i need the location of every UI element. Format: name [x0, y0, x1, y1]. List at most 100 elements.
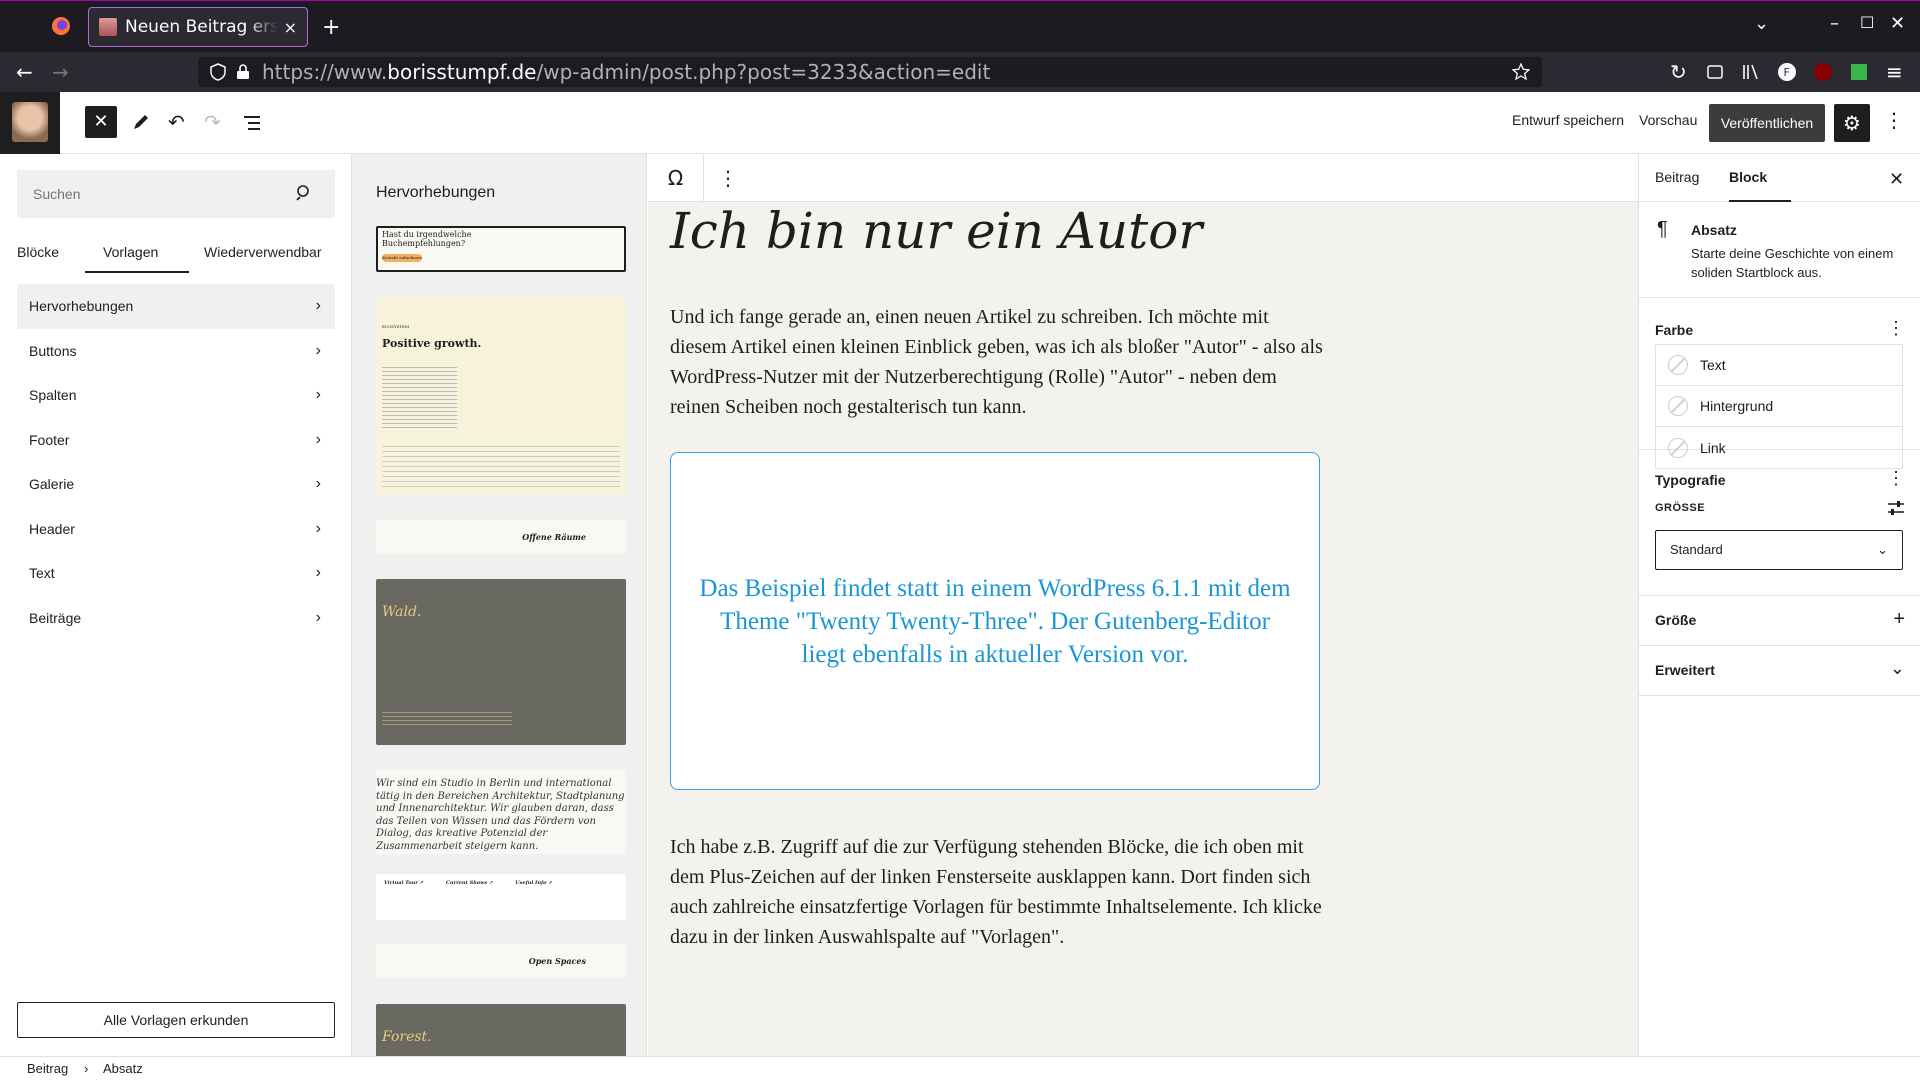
- favicon-icon: [99, 18, 117, 36]
- new-tab-button[interactable]: +: [322, 15, 340, 40]
- list-view-icon[interactable]: [242, 113, 262, 133]
- pattern-preview[interactable]: Forest.: [376, 1004, 626, 1056]
- panel-title: Farbe: [1655, 322, 1694, 338]
- chevron-right-icon: ›: [315, 297, 321, 315]
- special-characters-button[interactable]: Ω: [648, 154, 704, 202]
- maximize-icon[interactable]: ☐: [1860, 13, 1874, 32]
- pattern-preview[interactable]: Open Spaces: [376, 944, 626, 978]
- block-description: Starte deine Geschichte von einem solide…: [1691, 246, 1894, 280]
- site-icon[interactable]: [0, 92, 60, 154]
- url-prefix: https://www.: [262, 60, 388, 84]
- tab-list-chevron-icon[interactable]: ⌄: [1754, 13, 1769, 34]
- shield-icon[interactable]: [210, 63, 226, 81]
- panel-options-icon[interactable]: ⋮: [1887, 468, 1905, 489]
- tab-blocks[interactable]: Blöcke: [17, 244, 59, 260]
- minimize-icon[interactable]: –: [1830, 13, 1839, 34]
- editor-canvas[interactable]: Ω ⋮ Ich bin nur ein Autor Und ich fange …: [648, 154, 1638, 1056]
- advanced-panel[interactable]: Erweitert ⌄: [1639, 646, 1920, 696]
- browser-tab[interactable]: Neuen Beitrag erstellen ×: [88, 7, 308, 47]
- reload-icon[interactable]: ↻: [1670, 60, 1687, 84]
- tab-close-icon[interactable]: ×: [284, 18, 297, 37]
- tab-post[interactable]: Beitrag: [1655, 169, 1699, 185]
- lock-icon[interactable]: [236, 64, 250, 80]
- pattern-preview[interactable]: Wir sind ein Studio in Berlin und intern…: [376, 770, 626, 854]
- category-item[interactable]: Footer ›: [17, 418, 335, 463]
- category-item[interactable]: Text ›: [17, 551, 335, 596]
- close-inserter-button[interactable]: ✕: [85, 106, 117, 138]
- redo-icon[interactable]: ↷: [204, 110, 221, 134]
- save-draft-button[interactable]: Entwurf speichern: [1512, 112, 1624, 128]
- extension-puzzle-icon[interactable]: [1704, 61, 1726, 83]
- color-item-background[interactable]: Hintergrund: [1656, 386, 1902, 427]
- tab-reusable[interactable]: Wiederverwendbar: [204, 244, 322, 260]
- category-item[interactable]: Buttons ›: [17, 329, 335, 374]
- block-name: Absatz: [1691, 222, 1737, 238]
- pattern-preview[interactable]: ECOSYSTEM Positive growth.: [376, 296, 626, 494]
- group-block[interactable]: Das Beispiel findet statt in einem WordP…: [670, 452, 1320, 790]
- window-close-icon[interactable]: ✕: [1890, 13, 1905, 34]
- green-extension-icon[interactable]: [1848, 61, 1870, 83]
- category-item[interactable]: Spalten ›: [17, 373, 335, 418]
- plus-icon[interactable]: +: [1893, 608, 1905, 631]
- panel-title: Typografie: [1655, 472, 1726, 488]
- hamburger-menu-icon[interactable]: ≡: [1886, 60, 1903, 84]
- back-icon[interactable]: ←: [16, 60, 33, 84]
- paragraph-block[interactable]: Und ich fange gerade an, einen neuen Art…: [670, 302, 1330, 422]
- dimensions-panel[interactable]: Größe +: [1639, 596, 1920, 646]
- font-size-select[interactable]: Standard ⌄: [1655, 530, 1903, 570]
- settings-sliders-icon[interactable]: [1887, 500, 1905, 516]
- chevron-down-icon: ⌄: [1877, 542, 1888, 557]
- color-swatch-icon: [1668, 355, 1688, 375]
- settings-gear-icon[interactable]: ⚙: [1834, 104, 1870, 142]
- url-bar[interactable]: https://www. borisstumpf.de/wp-admin/post…: [198, 57, 1542, 87]
- account-icon[interactable]: F: [1776, 61, 1798, 83]
- chevron-right-icon: ›: [315, 341, 321, 359]
- text-lines: [382, 364, 457, 428]
- breadcrumb-post[interactable]: Beitrag: [27, 1061, 68, 1076]
- color-swatch-icon: [1668, 396, 1688, 416]
- post-heading[interactable]: Ich bin nur ein Autor: [670, 202, 1202, 260]
- tab-patterns[interactable]: Vorlagen: [103, 244, 158, 260]
- publish-button[interactable]: Veröffentlichen: [1709, 104, 1825, 142]
- block-inserter: Suchen Blöcke Vorlagen Wiederverwendbar …: [0, 154, 352, 1056]
- chevron-down-icon[interactable]: ⌄: [1890, 658, 1905, 679]
- browser-tabbar: Neuen Beitrag erstellen × + ⌄ – ☐ ✕: [0, 0, 1920, 52]
- block-options-kebab-icon[interactable]: ⋮: [718, 166, 738, 190]
- category-item[interactable]: Galerie ›: [17, 462, 335, 507]
- inserter-search-input[interactable]: Suchen: [17, 170, 335, 218]
- block-breadcrumb: Beitrag › Absatz: [0, 1056, 1920, 1080]
- options-kebab-icon[interactable]: ⋮: [1884, 108, 1904, 132]
- pattern-panel-title: Hervorhebungen: [376, 184, 496, 201]
- url-path: /wp-admin/post.php?post=3233&action=edit: [536, 60, 991, 84]
- close-sidebar-icon[interactable]: ✕: [1889, 169, 1904, 190]
- pattern-preview[interactable]: Offene Räume: [376, 520, 626, 554]
- explore-all-patterns-button[interactable]: Alle Vorlagen erkunden: [17, 1002, 335, 1038]
- firefox-icon[interactable]: [50, 15, 72, 37]
- category-item[interactable]: Header ›: [17, 507, 335, 552]
- forward-icon[interactable]: →: [52, 60, 69, 84]
- ublock-icon[interactable]: [1812, 61, 1834, 83]
- block-toolbar: Ω ⋮: [648, 154, 1638, 202]
- preview-button[interactable]: Vorschau: [1639, 112, 1697, 128]
- breadcrumb-paragraph[interactable]: Absatz: [103, 1061, 143, 1076]
- tab-block[interactable]: Block: [1729, 169, 1767, 185]
- undo-icon[interactable]: ↶: [168, 110, 185, 134]
- callout-text[interactable]: Das Beispiel findet statt in einem WordP…: [695, 572, 1295, 671]
- paragraph-icon: ¶: [1657, 218, 1668, 240]
- scrollbar[interactable]: [646, 156, 647, 546]
- pattern-preview[interactable]: Hast du irgendwelche Buchempfehlungen? K…: [376, 226, 626, 272]
- category-item[interactable]: Hervorhebungen ›: [17, 284, 335, 329]
- chevron-right-icon: ›: [315, 386, 321, 404]
- library-icon[interactable]: [1740, 61, 1762, 83]
- pattern-preview[interactable]: Wald.: [376, 579, 626, 745]
- browser-navbar: ← → https://www. borisstumpf.de/wp-admin/…: [0, 52, 1920, 92]
- bookmark-star-icon[interactable]: [1512, 63, 1530, 81]
- paragraph-block[interactable]: Ich habe z.B. Zugriff auf die zur Verfüg…: [670, 832, 1330, 952]
- pattern-preview[interactable]: Virtual Tour ↗ Current Shows ↗ Useful In…: [376, 874, 626, 920]
- category-item[interactable]: Beiträge ›: [17, 596, 335, 641]
- svg-text:F: F: [1784, 66, 1790, 79]
- url-host: borisstumpf.de: [387, 60, 537, 84]
- panel-options-icon[interactable]: ⋮: [1887, 318, 1905, 339]
- pencil-icon[interactable]: [131, 112, 151, 132]
- color-item-text[interactable]: Text: [1656, 345, 1902, 386]
